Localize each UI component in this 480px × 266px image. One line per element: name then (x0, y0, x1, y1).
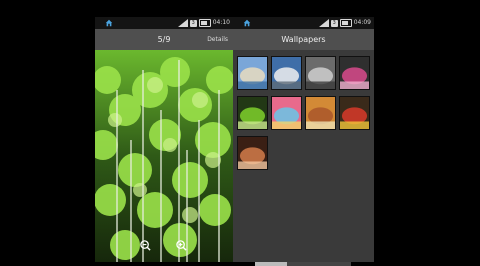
wallpaper-thumbnail[interactable] (237, 96, 268, 130)
wallpaper-thumbnail[interactable] (271, 96, 302, 130)
image-viewer-screen: 3 04:10 5/9 Details (95, 17, 233, 262)
wallpaper-thumbnail[interactable] (305, 96, 336, 130)
status-time: 04:10 (212, 19, 230, 26)
home-icon[interactable] (243, 19, 251, 27)
wallpaper-thumbnail[interactable] (271, 56, 302, 90)
status-time: 04:09 (353, 19, 371, 26)
wallpaper-thumbnail[interactable] (237, 136, 268, 170)
signal-icon (318, 19, 329, 27)
wallpaper-thumbnail[interactable] (305, 56, 336, 90)
page-scroll-thumb[interactable] (255, 262, 287, 266)
wallpapers-title-bar: Wallpapers (233, 29, 374, 50)
sim-icon: 3 (189, 19, 197, 27)
battery-icon (339, 19, 352, 27)
viewer-title-bar: 5/9 Details (95, 29, 233, 50)
status-bar: 3 04:09 (233, 17, 374, 29)
wallpaper-thumbnail[interactable] (237, 56, 268, 90)
signal-icon (177, 19, 188, 27)
wallpaper-thumbnail[interactable] (339, 96, 370, 130)
zoom-in-icon[interactable] (176, 240, 187, 251)
sim-icon: 3 (330, 19, 338, 27)
details-button[interactable]: Details (207, 29, 228, 50)
wallpapers-screen: 3 04:09 Wallpapers (233, 17, 374, 262)
wallpaper-thumbnail[interactable] (339, 56, 370, 90)
status-bar: 3 04:10 (95, 17, 233, 29)
home-icon[interactable] (105, 19, 113, 27)
zoom-out-icon[interactable] (140, 240, 151, 251)
battery-icon (198, 19, 211, 27)
page-title: Wallpapers (281, 35, 326, 44)
fullscreen-photo[interactable] (95, 50, 233, 262)
